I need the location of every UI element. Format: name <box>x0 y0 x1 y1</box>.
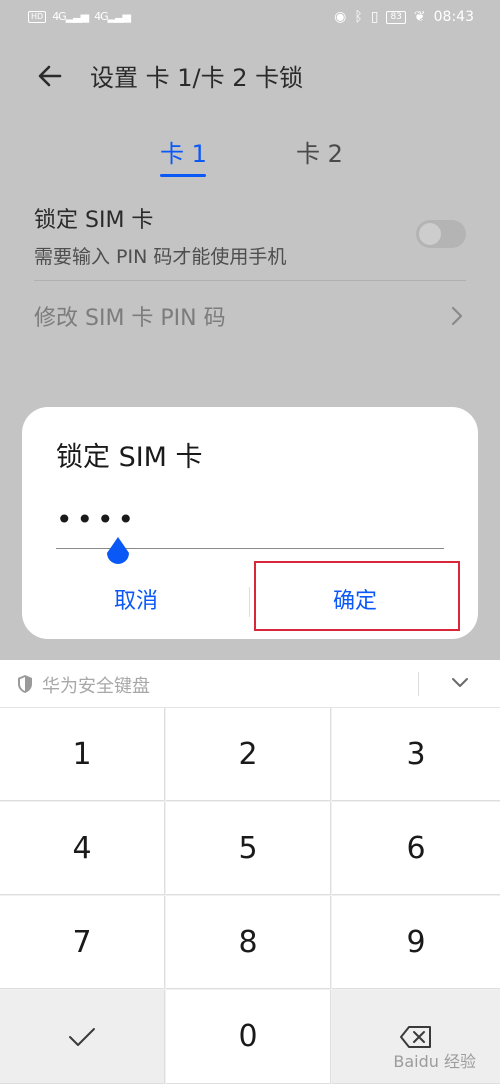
numeric-keypad: 1 2 3 4 5 6 7 8 9 0 Baidu 经验 <box>0 708 500 1084</box>
status-time: 08:43 <box>433 9 474 25</box>
keyboard-title: 华为安全键盘 <box>42 676 150 697</box>
key-3[interactable]: 3 <box>332 708 500 801</box>
cancel-button[interactable]: 取消 <box>22 577 250 627</box>
button-separator <box>249 587 250 617</box>
key-9[interactable]: 9 <box>332 896 500 989</box>
key-8[interactable]: 8 <box>166 896 331 989</box>
key-1[interactable]: 1 <box>0 708 165 801</box>
change-pin-row[interactable]: 修改 SIM 卡 PIN 码 <box>34 296 466 336</box>
watermark: Baidu 经验 <box>393 1052 476 1071</box>
keyboard-header: 华为安全键盘 <box>0 660 500 708</box>
sim-tabs: 卡 1 卡 2 <box>0 134 500 180</box>
lock-sim-toggle[interactable] <box>416 220 466 248</box>
key-4[interactable]: 4 <box>0 802 165 895</box>
lock-sim-subtitle: 需要输入 PIN 码才能使用手机 <box>34 246 287 268</box>
back-arrow-icon[interactable] <box>34 60 66 92</box>
signal-icon-1: 4G▂▃▅ <box>52 10 89 23</box>
pin-masked-value: •••• <box>56 503 139 536</box>
hd-badge: HD <box>28 10 47 23</box>
cursor-handle-icon[interactable] <box>103 535 133 571</box>
annotation-highlight-box <box>254 561 460 631</box>
app-bar: 设置 卡 1/卡 2 卡锁 <box>0 48 500 104</box>
dialog-title: 锁定 SIM 卡 <box>56 442 203 473</box>
tab-sim-1[interactable]: 卡 1 <box>160 134 207 169</box>
tab-indicator <box>160 174 206 177</box>
status-bar: HD 4G▂▃▅ 4G▂▃▅ ◉ ᛒ ▯ 83 ❦ 08:43 <box>0 0 500 36</box>
lock-sim-row[interactable]: 锁定 SIM 卡 需要输入 PIN 码才能使用手机 <box>34 202 466 280</box>
chevron-down-icon[interactable] <box>450 676 470 690</box>
key-7[interactable]: 7 <box>0 896 165 989</box>
network-label-2: 4G <box>94 10 108 23</box>
lock-sim-title: 锁定 SIM 卡 <box>34 208 154 233</box>
key-6[interactable]: 6 <box>332 802 500 895</box>
confirm-key[interactable] <box>0 990 165 1084</box>
keyboard-header-separator <box>418 672 419 696</box>
chevron-right-icon <box>451 306 463 326</box>
change-pin-label: 修改 SIM 卡 PIN 码 <box>34 306 226 331</box>
key-5[interactable]: 5 <box>166 802 331 895</box>
key-0[interactable]: 0 <box>166 990 331 1084</box>
checkmark-icon <box>69 1027 95 1046</box>
status-right: ◉ ᛒ ▯ 83 ❦ 08:43 <box>334 9 474 25</box>
toggle-knob <box>419 223 441 245</box>
pin-input[interactable]: •••• <box>56 503 444 564</box>
page-title: 设置 卡 1/卡 2 卡锁 <box>90 64 304 92</box>
divider <box>34 280 466 281</box>
backspace-icon <box>400 1025 431 1048</box>
status-left: HD 4G▂▃▅ 4G▂▃▅ <box>28 10 131 23</box>
key-2[interactable]: 2 <box>166 708 331 801</box>
bluetooth-icon: ᛒ <box>354 9 363 25</box>
shield-icon <box>18 675 32 693</box>
network-label-1: 4G <box>52 10 66 23</box>
leaf-icon: ❦ <box>413 9 426 25</box>
vibrate-icon: ▯ <box>370 9 379 25</box>
eye-icon: ◉ <box>334 9 347 25</box>
battery-icon: 83 <box>386 10 406 24</box>
signal-icon-2: 4G▂▃▅ <box>94 10 131 23</box>
tab-sim-2[interactable]: 卡 2 <box>296 134 343 169</box>
lock-sim-dialog: 锁定 SIM 卡 •••• 取消 确定 <box>22 407 478 639</box>
